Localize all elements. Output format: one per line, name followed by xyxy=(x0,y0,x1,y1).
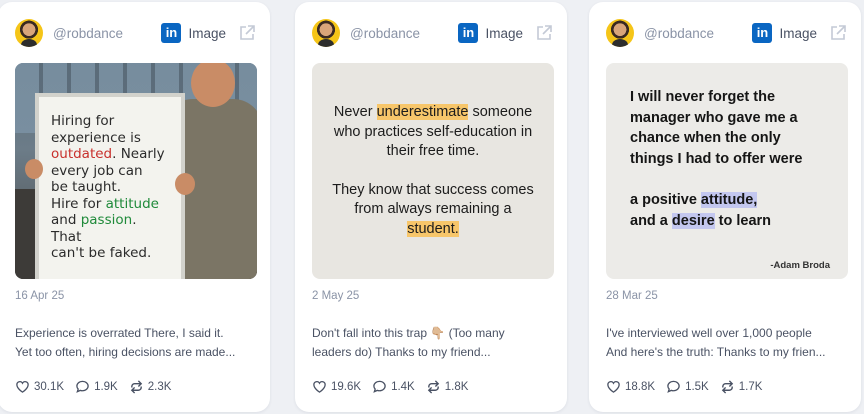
engagement-stats: 19.6K 1.4K 1.8K xyxy=(312,379,479,394)
post-type-label: Image xyxy=(485,25,523,41)
post-date: 16 Apr 25 xyxy=(15,290,65,302)
whiteboard-line: be taught. xyxy=(51,179,121,195)
repost-icon xyxy=(721,380,733,394)
quote-signature: -Adam Broda xyxy=(770,260,830,271)
comment-icon xyxy=(76,380,89,393)
quote-line: things I had to offer were xyxy=(630,150,803,167)
quote-line: Never underestimate someone xyxy=(333,104,533,120)
heart-icon xyxy=(16,381,29,393)
post-image[interactable]: Hiring for experience is outdated. Nearl… xyxy=(15,63,257,279)
card-header: @robdance in Image xyxy=(15,18,256,48)
likes-count: 18.8K xyxy=(625,380,656,393)
quote-line: They know that success comes xyxy=(332,181,534,198)
reposts-count: 1.8K xyxy=(444,380,469,393)
author-handle[interactable]: @robdance xyxy=(644,26,752,41)
avatar[interactable] xyxy=(15,19,43,47)
post-type-label: Image xyxy=(779,25,817,41)
excerpt-line: I've interviewed well over 1,000 people xyxy=(606,326,812,340)
excerpt-line: Yet too often, hiring decisions are made… xyxy=(15,345,236,359)
card-header: @robdance in Image xyxy=(606,18,847,48)
quote-line: I will never forget the xyxy=(630,89,776,105)
quote-line: from always remaining a xyxy=(354,201,512,217)
comments-count: 1.4K xyxy=(391,380,415,393)
likes-stat: 18.8K xyxy=(606,379,655,394)
comments-stat: 1.9K xyxy=(75,379,118,394)
excerpt-line: Experience is overrated There, I said it… xyxy=(15,326,224,340)
post-card-2[interactable]: @robdance in Image Never underestimate s… xyxy=(295,2,567,412)
external-link-icon[interactable] xyxy=(535,24,553,42)
reposts-stat: 1.7K xyxy=(720,379,763,394)
author-handle[interactable]: @robdance xyxy=(350,26,458,41)
reposts-count: 1.7K xyxy=(738,380,763,393)
external-link-icon[interactable] xyxy=(238,24,256,42)
whiteboard: Hiring for experience is outdated. Nearl… xyxy=(35,93,185,279)
engagement-stats: 30.1K 1.9K 2.3K xyxy=(15,379,182,394)
post-image[interactable]: I will never forget the manager who gave… xyxy=(606,63,848,279)
likes-stat: 19.6K xyxy=(312,379,361,394)
post-image[interactable]: Never underestimate someone who practice… xyxy=(312,63,554,279)
comments-stat: 1.5K xyxy=(666,379,709,394)
reposts-stat: 1.8K xyxy=(426,379,469,394)
quote-line: manager who gave me a xyxy=(630,109,798,126)
engagement-stats: 18.8K 1.5K 1.7K xyxy=(606,379,773,394)
excerpt-line: leaders do) Thanks to my friend... xyxy=(312,345,491,359)
avatar[interactable] xyxy=(312,19,340,47)
excerpt-line: And here's the truth: Thanks to my frien… xyxy=(606,345,826,359)
linkedin-icon: in xyxy=(458,23,479,43)
card-header: @robdance in Image xyxy=(312,18,553,48)
quote-line: their free time. xyxy=(386,143,480,159)
comments-count: 1.5K xyxy=(685,380,709,393)
comments-count: 1.9K xyxy=(94,380,118,393)
whiteboard-line: outdated. Nearly xyxy=(51,146,165,162)
post-date: 28 Mar 25 xyxy=(606,290,658,302)
likes-stat: 30.1K xyxy=(15,379,64,394)
post-excerpt[interactable]: I've interviewed well over 1,000 people … xyxy=(606,324,849,362)
post-excerpt[interactable]: Experience is overrated There, I said it… xyxy=(15,324,258,362)
comment-icon xyxy=(667,380,680,393)
quote-line: a positive attitude, xyxy=(630,191,758,208)
quote-line: who practices self-education in xyxy=(333,123,533,140)
excerpt-line: Don't fall into this trap 👇🏼 (Too many xyxy=(312,326,505,340)
quote-line: and a desire to learn xyxy=(630,212,772,229)
heart-icon xyxy=(607,381,620,393)
post-type-label: Image xyxy=(188,25,226,41)
quote-line: chance when the only xyxy=(630,130,781,147)
repost-icon xyxy=(427,380,439,394)
heart-icon xyxy=(313,381,326,393)
whiteboard-line: experience is xyxy=(51,129,141,146)
comment-icon xyxy=(373,380,386,393)
linkedin-icon: in xyxy=(161,23,182,43)
post-card-3[interactable]: @robdance in Image I will never forget t… xyxy=(589,2,861,412)
likes-count: 19.6K xyxy=(331,380,362,393)
post-excerpt[interactable]: Don't fall into this trap 👇🏼 (Too many l… xyxy=(312,324,555,362)
whiteboard-line: Hire for attitude xyxy=(51,195,159,212)
avatar[interactable] xyxy=(606,19,634,47)
whiteboard-line: and passion. That xyxy=(51,212,137,245)
quote-line: student. xyxy=(407,220,459,237)
hand xyxy=(25,159,43,179)
external-link-icon[interactable] xyxy=(829,24,847,42)
comments-stat: 1.4K xyxy=(372,379,415,394)
reposts-stat: 2.3K xyxy=(129,379,172,394)
author-handle[interactable]: @robdance xyxy=(53,26,161,41)
post-card-1[interactable]: @robdance in Image Hiring for experience… xyxy=(0,2,270,412)
whiteboard-line: can't be faked. xyxy=(51,245,152,261)
reposts-count: 2.3K xyxy=(147,380,172,393)
hand xyxy=(175,173,195,195)
whiteboard-line: every job can xyxy=(51,162,143,179)
likes-count: 30.1K xyxy=(34,380,65,393)
repost-icon xyxy=(130,380,142,394)
linkedin-icon: in xyxy=(752,23,773,43)
whiteboard-line: Hiring for xyxy=(51,113,115,129)
post-date: 2 May 25 xyxy=(312,290,360,302)
